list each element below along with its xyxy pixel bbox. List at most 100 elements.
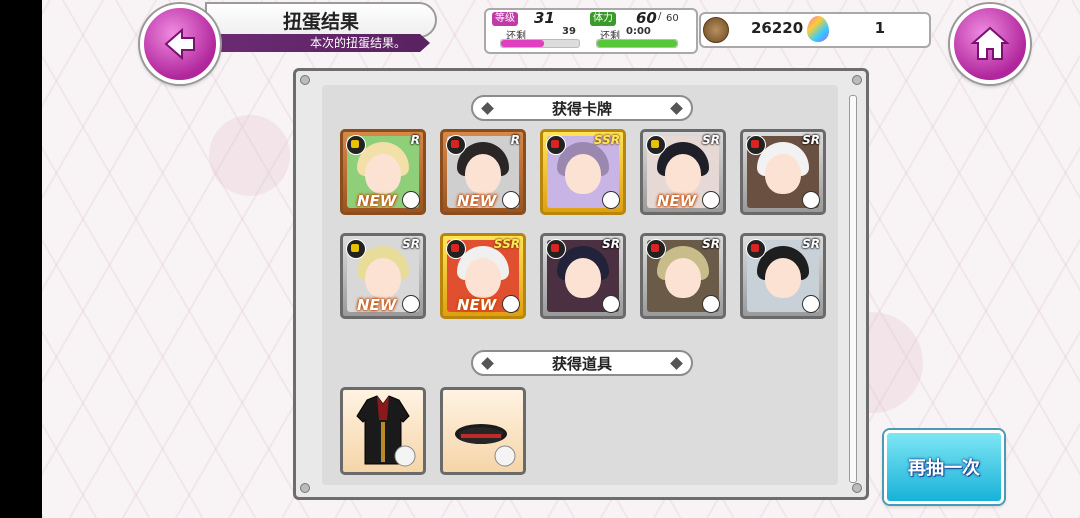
stamina-bar-fill	[597, 40, 677, 47]
coin-amount: 26220	[751, 19, 804, 37]
uniform-jacket-icon	[356, 395, 416, 467]
cards-section-header: 获得卡牌	[471, 95, 693, 121]
character-card[interactable]: SR NEW	[640, 129, 726, 215]
stamina-max: 60	[666, 13, 679, 24]
player-stats-panel: 等级 31 还剩 39 体力 60 / 60 还剩 0:00	[484, 8, 698, 54]
school-emblem-icon	[502, 295, 520, 313]
gem-amount: 1	[874, 19, 885, 37]
gem-icon	[807, 16, 829, 42]
item-card[interactable]	[340, 387, 426, 475]
character-card[interactable]: SR	[740, 233, 826, 319]
character-face	[665, 258, 701, 298]
level-label: 等级	[492, 12, 518, 26]
page-title-text: 扭蛋结果	[282, 10, 359, 33]
rarity-label: R	[410, 133, 420, 147]
crimson-type-icon	[746, 239, 766, 259]
hat-icon	[455, 424, 516, 467]
stamina-value: 60	[636, 9, 657, 27]
exp-remaining-value: 39	[562, 26, 576, 37]
recover-time: 0:00	[626, 26, 651, 37]
rarity-label: SSR	[593, 133, 620, 147]
school-emblem-icon	[402, 295, 420, 313]
scrollbar[interactable]	[849, 95, 857, 483]
flash-type-icon	[346, 239, 366, 259]
panel-rivet	[300, 75, 310, 85]
character-face	[665, 154, 701, 194]
rarity-label: SR	[802, 237, 820, 251]
crimson-type-icon	[746, 135, 766, 155]
diamond-icon	[670, 102, 683, 115]
new-badge: NEW	[457, 296, 497, 314]
panel-rivet	[852, 75, 862, 85]
character-card[interactable]: SR	[740, 129, 826, 215]
crimson-type-icon	[446, 239, 466, 259]
character-face	[365, 154, 401, 194]
page-title: 扭蛋结果	[205, 2, 437, 38]
panel-rivet	[852, 483, 862, 493]
school-emblem-icon	[702, 191, 720, 209]
exp-bar	[500, 39, 580, 48]
new-badge: NEW	[457, 192, 497, 210]
arrow-left-icon	[164, 27, 195, 61]
crimson-type-icon	[546, 239, 566, 259]
school-emblem-icon	[502, 191, 520, 209]
school-emblem-icon	[602, 295, 620, 313]
crimson-type-icon	[446, 135, 466, 155]
rarity-label: SR	[702, 133, 720, 147]
crimson-type-icon	[646, 239, 666, 259]
home-button[interactable]	[950, 4, 1030, 84]
back-button[interactable]	[140, 4, 220, 84]
rarity-label: SR	[702, 237, 720, 251]
school-emblem-icon	[402, 191, 420, 209]
level-value: 31	[534, 9, 555, 27]
flash-type-icon	[646, 135, 666, 155]
rarity-label: SR	[402, 237, 420, 251]
school-emblem-icon	[802, 191, 820, 209]
draw-again-label: 再抽一次	[908, 458, 980, 479]
school-emblem-icon	[602, 191, 620, 209]
item-card[interactable]	[440, 387, 526, 475]
new-badge: NEW	[357, 296, 397, 314]
character-face	[565, 258, 601, 298]
coin-icon	[703, 17, 729, 43]
character-face	[565, 154, 601, 194]
new-badge: NEW	[657, 192, 697, 210]
panel-rivet	[300, 483, 310, 493]
home-icon	[970, 26, 1010, 60]
rarity-label: SR	[802, 133, 820, 147]
character-face	[365, 258, 401, 298]
school-emblem-icon	[702, 295, 720, 313]
diamond-icon	[481, 357, 494, 370]
page-subtitle: 本次的扭蛋结果。	[210, 34, 430, 52]
character-card[interactable]: SR NEW	[340, 233, 426, 319]
stamina-bar	[596, 39, 678, 48]
items-section-title: 获得道具	[551, 354, 612, 373]
character-card[interactable]: SSR	[540, 129, 626, 215]
diamond-icon	[481, 102, 494, 115]
character-card[interactable]: SR	[540, 233, 626, 319]
draw-again-button[interactable]: 再抽一次	[884, 430, 1004, 504]
new-badge: NEW	[357, 192, 397, 210]
rarity-label: R	[510, 133, 520, 147]
items-section-header: 获得道具	[471, 350, 693, 376]
stamina-separator: /	[658, 11, 662, 22]
school-emblem-icon	[802, 295, 820, 313]
left-black-bar	[0, 0, 42, 518]
gacha-result-panel: 获得卡牌 R NEW R NEW SSR SR NEW SR SR NEW SSR NEW SR SR SR…	[293, 68, 869, 500]
character-face	[765, 154, 801, 194]
character-card[interactable]: SSR NEW	[440, 233, 526, 319]
diamond-icon	[670, 357, 683, 370]
flash-type-icon	[346, 135, 366, 155]
rarity-label: SSR	[493, 237, 520, 251]
currency-panel: 26220 1	[699, 12, 931, 48]
crimson-type-icon	[546, 135, 566, 155]
character-card[interactable]: R NEW	[440, 129, 526, 215]
exp-bar-fill	[501, 40, 544, 47]
cards-section-title: 获得卡牌	[551, 99, 612, 118]
character-face	[765, 258, 801, 298]
character-card[interactable]: SR	[640, 233, 726, 319]
character-face	[465, 258, 501, 298]
stamina-label: 体力	[590, 12, 616, 26]
character-card[interactable]: R NEW	[340, 129, 426, 215]
character-face	[465, 154, 501, 194]
